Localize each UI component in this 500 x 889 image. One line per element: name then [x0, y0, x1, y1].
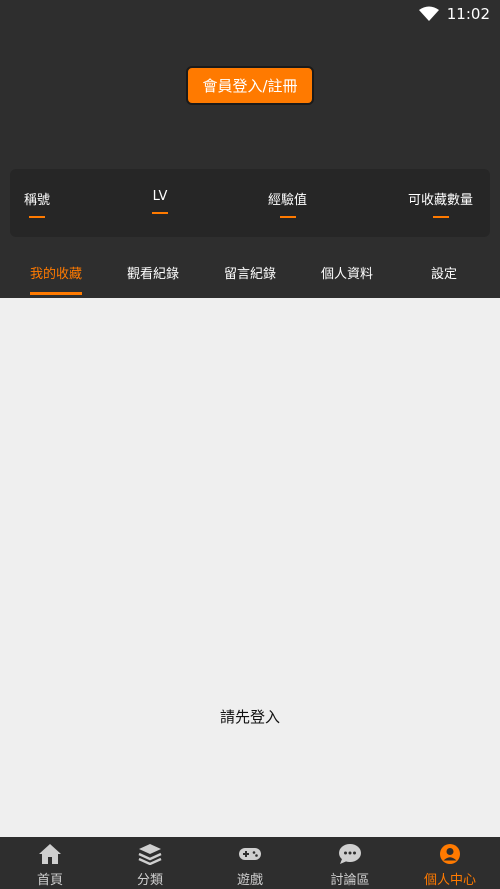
- stat-favorite-capacity-label: 可收藏數量: [408, 193, 474, 208]
- tab-profile-info[interactable]: 個人資料: [321, 263, 373, 282]
- nav-home-label: 首頁: [36, 873, 63, 888]
- chat-icon: [339, 844, 361, 864]
- nav-categories-label: 分類: [136, 873, 163, 888]
- stat-level-value-placeholder: [152, 212, 168, 214]
- status-bar: 11:02: [0, 0, 500, 28]
- stat-title: 稱號: [24, 189, 50, 218]
- tab-comment-history[interactable]: 留言紀錄: [224, 263, 276, 282]
- active-tab-indicator: [30, 292, 82, 295]
- stat-experience-value-placeholder: [279, 216, 296, 218]
- profile-tabs: 我的收藏 觀看紀錄 留言紀錄 個人資料 設定: [0, 252, 500, 298]
- login-required-message: 請先登入: [219, 708, 280, 726]
- stat-level-label: LV: [152, 189, 168, 204]
- nav-games-label: 遊戲: [236, 873, 263, 888]
- stat-favorite-capacity: 可收藏數量: [408, 189, 473, 218]
- home-icon: [39, 844, 61, 864]
- stat-level: LV: [152, 189, 168, 214]
- wifi-icon: [418, 6, 439, 21]
- nav-personal-center[interactable]: 個人中心: [400, 837, 500, 889]
- login-register-button[interactable]: 會員登入/註冊: [186, 66, 314, 105]
- stat-title-value-placeholder: [29, 216, 45, 218]
- nav-games[interactable]: 遊戲: [200, 837, 300, 889]
- status-time: 11:02: [446, 5, 490, 23]
- user-icon: [440, 844, 460, 864]
- nav-forum-label: 討論區: [330, 873, 370, 888]
- nav-personal-center-label: 個人中心: [423, 873, 476, 888]
- stat-title-label: 稱號: [24, 193, 51, 208]
- stats-card: 稱號 LV 經驗值 可收藏數量: [10, 169, 490, 237]
- stat-experience-label: 經驗值: [268, 193, 308, 208]
- stat-favorite-capacity-value-placeholder: [432, 216, 449, 218]
- tab-watch-history[interactable]: 觀看紀錄: [127, 263, 179, 282]
- stat-experience: 經驗值: [268, 189, 307, 218]
- bottom-navigation: 首頁 分類 遊戲 討論區 個人中心: [0, 837, 500, 889]
- tab-favorites[interactable]: 我的收藏: [30, 263, 82, 282]
- layers-icon: [138, 844, 162, 865]
- gamepad-icon: [239, 848, 261, 860]
- nav-forum[interactable]: 討論區: [300, 837, 400, 889]
- nav-home[interactable]: 首頁: [0, 837, 100, 889]
- tab-settings[interactable]: 設定: [431, 263, 457, 282]
- nav-categories[interactable]: 分類: [100, 837, 200, 889]
